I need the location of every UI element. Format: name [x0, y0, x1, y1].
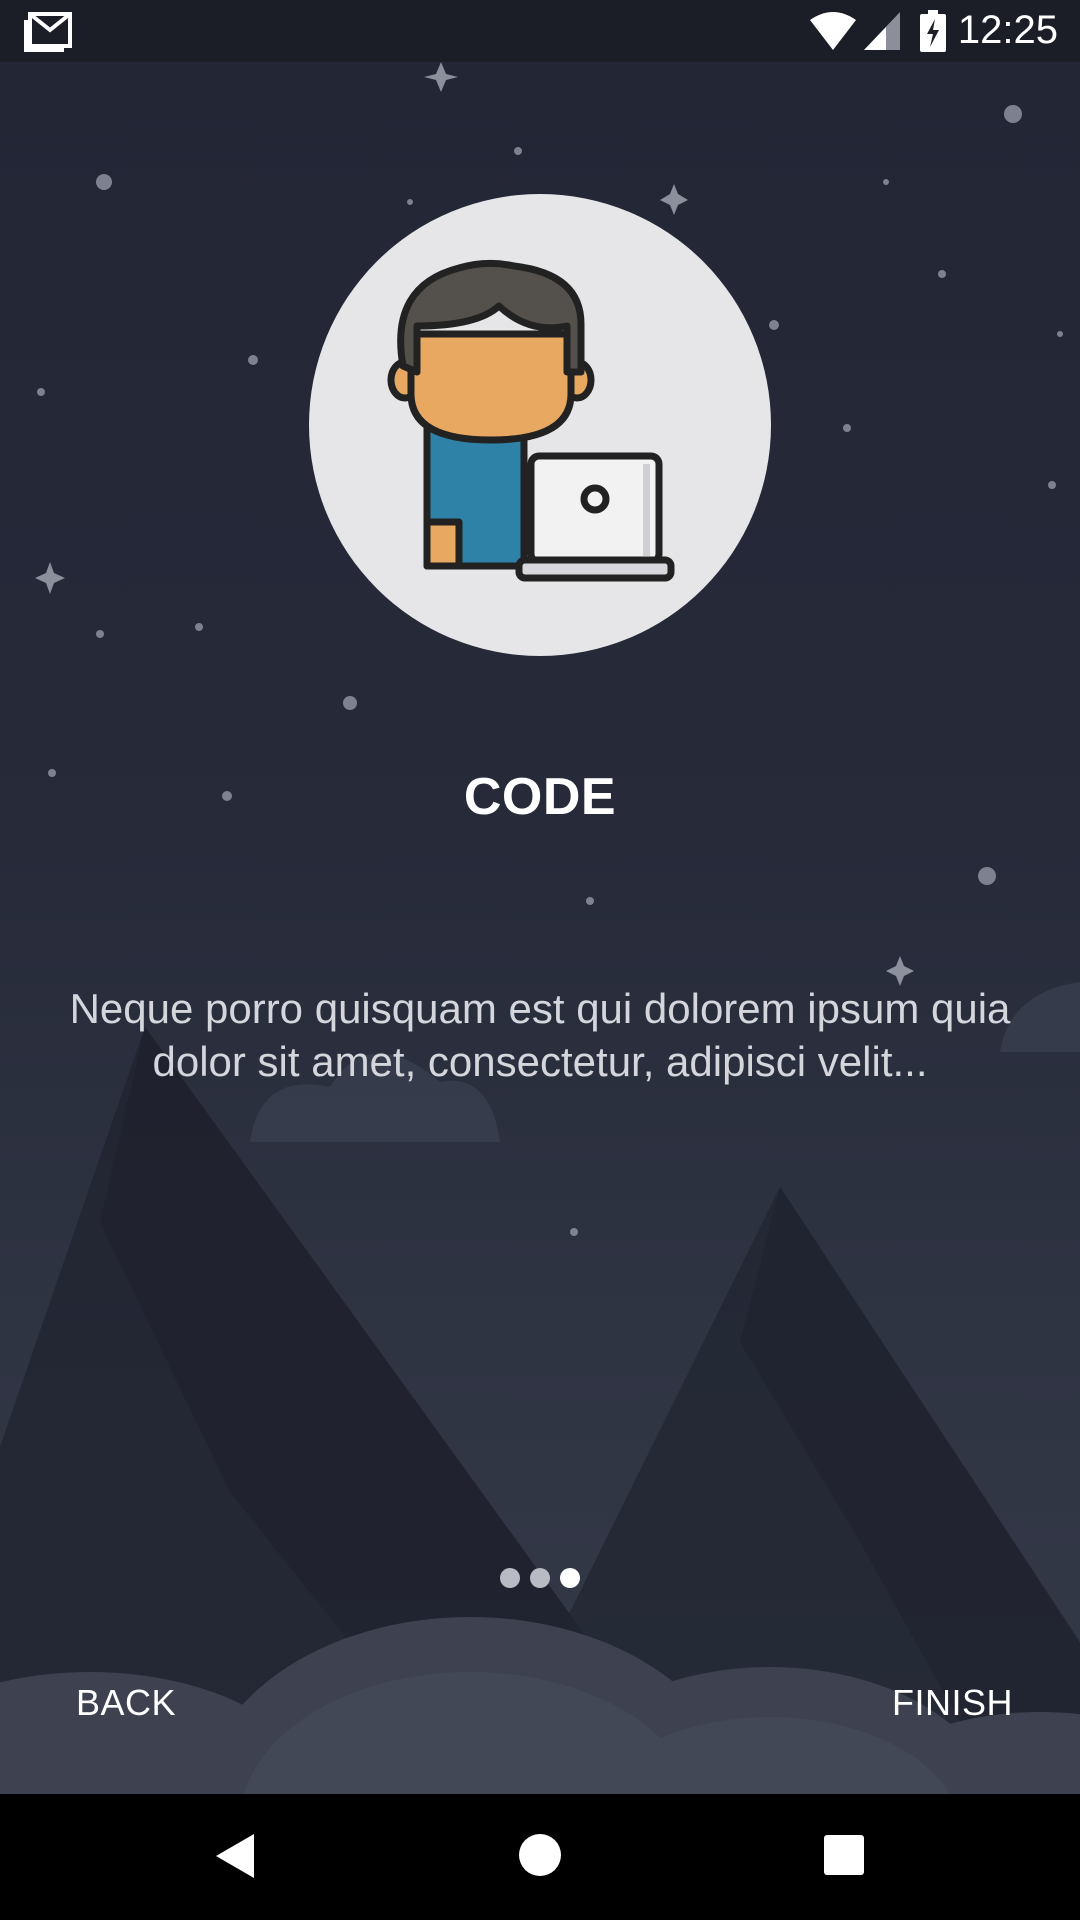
page-dot-3-active — [560, 1568, 580, 1588]
home-circle-icon[interactable] — [519, 1834, 561, 1876]
slide-description: Neque porro quisquam est qui dolorem ips… — [69, 985, 1011, 1085]
slide-title: CODE — [463, 768, 617, 826]
back-button[interactable]: BACK — [76, 1682, 176, 1724]
signal-icon — [864, 12, 900, 50]
gmail-icon — [24, 12, 72, 52]
battery-charging-icon — [920, 10, 946, 52]
finish-button[interactable]: FINISH — [892, 1682, 1013, 1724]
wifi-icon — [810, 12, 856, 50]
back-triangle-icon[interactable] — [214, 1832, 256, 1880]
status-time: 12:25 — [957, 8, 1058, 52]
onboarding-slide[interactable]: CODE Neque porro quisquam est qui dolore… — [0, 62, 1080, 1794]
navigation-bar — [0, 1794, 1080, 1920]
page-dot-1 — [500, 1568, 520, 1588]
developer-laptop-icon — [387, 259, 675, 582]
recents-square-icon[interactable] — [824, 1835, 864, 1875]
illustration-circle — [309, 194, 771, 656]
status-bar: 12:25 — [0, 0, 1080, 62]
page-indicator — [0, 1568, 1080, 1588]
page-dot-2 — [530, 1568, 550, 1588]
